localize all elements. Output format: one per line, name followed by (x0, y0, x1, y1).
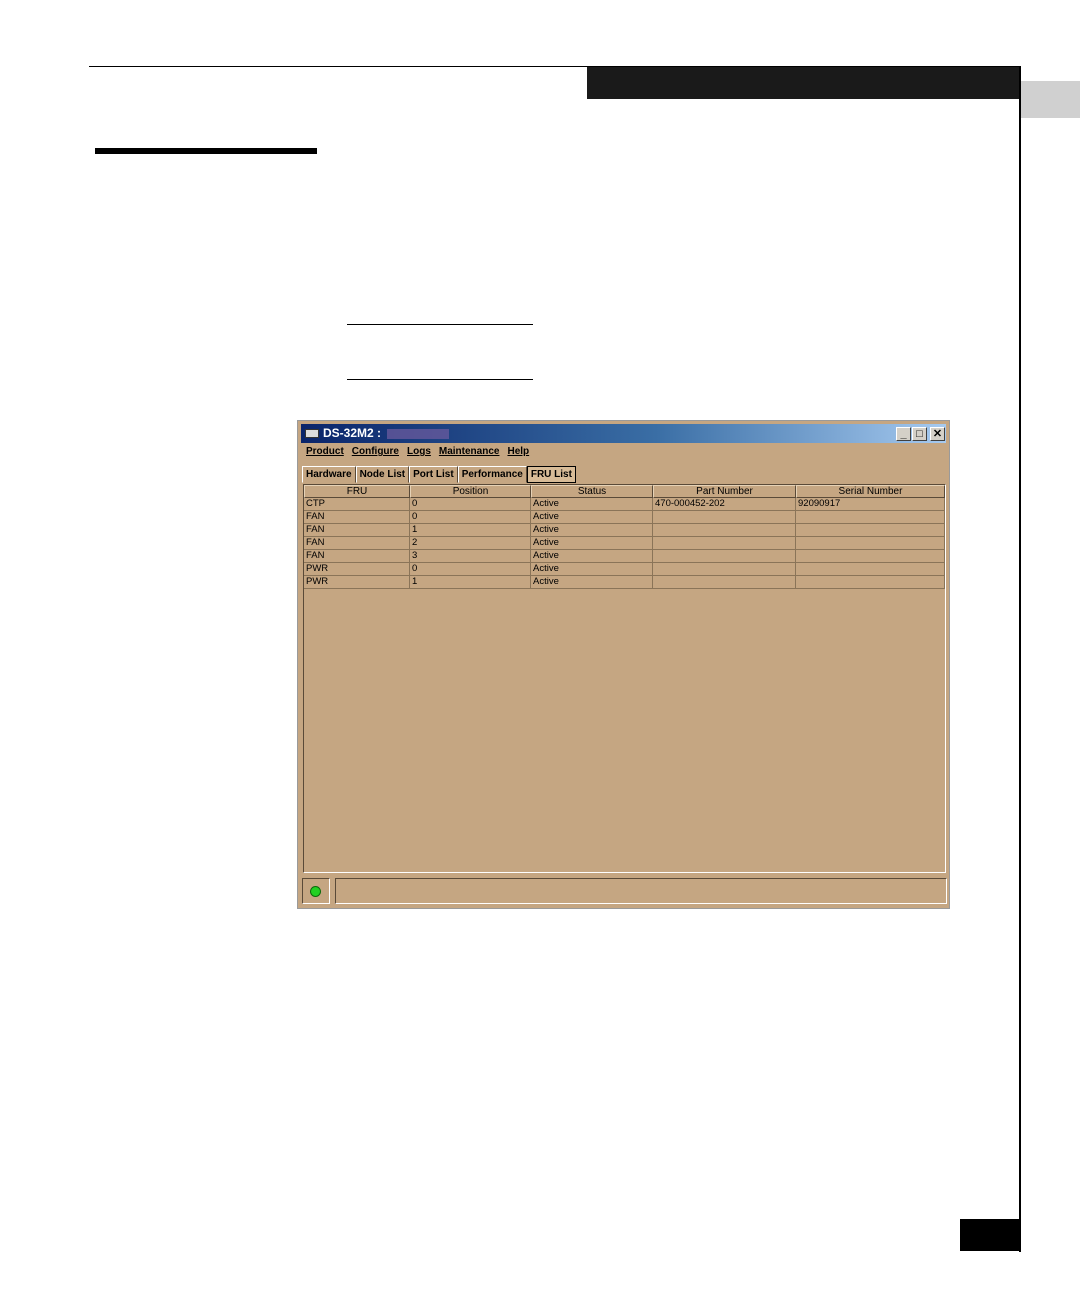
table-cell: Active (531, 537, 653, 550)
table-cell (653, 524, 796, 537)
table-cell (796, 511, 945, 524)
page-number-box (960, 1219, 1021, 1251)
table-cell (796, 550, 945, 563)
window-title: DS-32M2 : (323, 426, 382, 440)
field-underline (347, 324, 533, 325)
table-cell (653, 537, 796, 550)
title-bar[interactable]: DS-32M2 : _ □ ✕ (301, 424, 946, 443)
table-cell: 3 (410, 550, 531, 563)
table-cell: 1 (410, 576, 531, 589)
column-header-status[interactable]: Status (531, 485, 653, 498)
table-cell: Active (531, 524, 653, 537)
table-cell (653, 563, 796, 576)
status-bar (302, 878, 947, 905)
table-cell: Active (531, 576, 653, 589)
table-row[interactable]: FAN 3 Active (304, 550, 945, 563)
table-cell (796, 563, 945, 576)
table-row[interactable]: FAN 1 Active (304, 524, 945, 537)
column-header-fru[interactable]: FRU (304, 485, 410, 498)
table-cell (653, 576, 796, 589)
table-header: FRU Position Status Part Number Serial N… (304, 485, 945, 498)
table-cell: Active (531, 563, 653, 576)
table-cell (796, 537, 945, 550)
table-cell: 0 (410, 498, 531, 511)
table-cell: 1 (410, 524, 531, 537)
minimize-button[interactable]: _ (896, 427, 911, 441)
table-cell (796, 576, 945, 589)
menu-configure[interactable]: Configure (348, 446, 403, 462)
tab-hardware[interactable]: Hardware (302, 466, 356, 483)
table-row[interactable]: PWR 1 Active (304, 576, 945, 589)
menu-product[interactable]: Product (302, 446, 348, 462)
table-cell: Active (531, 498, 653, 511)
column-header-serial-number[interactable]: Serial Number (796, 485, 945, 498)
maximize-button[interactable]: □ (912, 427, 927, 441)
table-cell: 470-000452-202 (653, 498, 796, 511)
table-cell: 2 (410, 537, 531, 550)
header-bar (587, 67, 1021, 99)
menu-bar: Product Configure Logs Maintenance Help (302, 446, 533, 462)
table-cell: FAN (304, 550, 410, 563)
close-button[interactable]: ✕ (930, 427, 945, 441)
page-edge-rule (1019, 66, 1021, 1252)
table-cell: CTP (304, 498, 410, 511)
status-led-icon (310, 886, 321, 897)
status-message-field (335, 878, 947, 904)
column-header-position[interactable]: Position (410, 485, 531, 498)
app-window: DS-32M2 : _ □ ✕ Product Configure Logs M… (297, 420, 950, 909)
menu-logs[interactable]: Logs (403, 446, 435, 462)
table-cell: FAN (304, 524, 410, 537)
table-row[interactable]: FAN 0 Active (304, 511, 945, 524)
field-underline (347, 379, 533, 380)
table-cell: Active (531, 550, 653, 563)
table-cell (796, 524, 945, 537)
table-cell: 92090917 (796, 498, 945, 511)
table-cell: Active (531, 511, 653, 524)
tab-node-list[interactable]: Node List (355, 466, 410, 483)
redacted-name (387, 429, 449, 439)
table-cell: FAN (304, 537, 410, 550)
switch-icon (305, 429, 319, 438)
table-cell: PWR (304, 563, 410, 576)
tab-performance[interactable]: Performance (457, 466, 527, 483)
table-cell: PWR (304, 576, 410, 589)
tab-strip: Hardware Node List Port List Performance… (302, 466, 576, 483)
tab-port-list[interactable]: Port List (409, 466, 458, 483)
status-led-box (302, 878, 330, 904)
table-row[interactable]: FAN 2 Active (304, 537, 945, 550)
table-body: CTP 0 Active 470-000452-202 92090917 FAN 0 Acti… (304, 498, 945, 589)
table-row[interactable]: CTP 0 Active 470-000452-202 92090917 (304, 498, 945, 511)
chapter-tab (1021, 81, 1080, 118)
table-row[interactable]: PWR 0 Active (304, 563, 945, 576)
section-rule (95, 148, 317, 154)
table-cell: 0 (410, 563, 531, 576)
table-cell (653, 550, 796, 563)
menu-maintenance[interactable]: Maintenance (435, 446, 504, 462)
table-cell: FAN (304, 511, 410, 524)
table-cell: 0 (410, 511, 531, 524)
tab-fru-list[interactable]: FRU List (526, 466, 576, 483)
menu-help[interactable]: Help (503, 446, 533, 462)
column-header-part-number[interactable]: Part Number (653, 485, 796, 498)
fru-table: FRU Position Status Part Number Serial N… (303, 484, 946, 873)
table-cell (653, 511, 796, 524)
